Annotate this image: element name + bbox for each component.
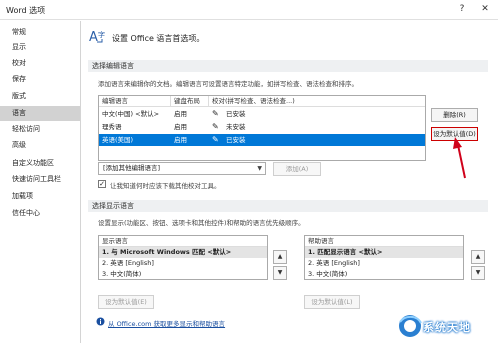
proofing-cell: 未安装 (226, 123, 246, 131)
help-language-list: 帮助语言 1. 匹配显示语言 <默认> 2. 英语 [English] 3. 中… (304, 235, 464, 280)
move-up-button[interactable]: ▲ (273, 250, 287, 264)
watermark-text: 系统天地 (423, 321, 471, 334)
list-header: 显示语言 (99, 236, 267, 247)
svg-text:A: A (89, 30, 98, 45)
language-icon: A 字 (89, 30, 105, 45)
add-editing-language-select[interactable]: [添加其他编辑语言] ▼ (98, 162, 266, 175)
list-item[interactable]: 3. 中文(简体) (99, 269, 267, 280)
watermark: 系统天地 (393, 310, 498, 343)
add-language-button[interactable]: 添加(A) (273, 162, 321, 176)
office-languages-link[interactable]: 从 Office.com 获取更多显示和帮助语言 (108, 318, 225, 328)
display-language-list: 显示语言 1. 与 Microsoft Windows 匹配 <默认> 2. 英… (98, 235, 268, 280)
language-cell: 英语(美国) (102, 136, 134, 144)
column-header-language[interactable]: 编辑语言 (99, 96, 171, 107)
sidebar-item-general[interactable]: 常规 (0, 25, 80, 40)
sidebar-item-addins[interactable]: 加载项 (0, 189, 80, 204)
language-cell: 中文(中国) <默认> (102, 110, 160, 118)
watermark-logo-icon (399, 315, 422, 337)
keyboard-cell: 启用 (174, 123, 187, 131)
list-item[interactable]: 3. 中文(简体) (305, 269, 463, 280)
sidebar-item-language[interactable]: 语言 (0, 106, 80, 121)
column-header-keyboard[interactable]: 键盘布局 (171, 96, 209, 107)
move-down-button[interactable]: ▼ (471, 266, 485, 280)
editing-languages-table: 编辑语言 键盘布局 校对(拼写检查、语法检查...) 中文(中国) <默认> 启… (98, 95, 426, 161)
chevron-down-icon: ▼ (257, 165, 262, 172)
list-item[interactable]: 1. 与 Microsoft Windows 匹配 <默认> (99, 247, 267, 258)
sidebar-item-quick-access-toolbar[interactable]: 快速访问工具栏 (0, 172, 80, 187)
table-row[interactable]: 中文(中国) <默认> 启用 ✎ 已安装 (99, 108, 425, 120)
list-item[interactable]: 2. 英语 [English] (305, 258, 463, 269)
notify-proofing-label: 让我知道何时应该下载其他校对工具。 (110, 182, 221, 190)
proofing-tools-icon: ✎ (212, 109, 219, 118)
sidebar-item-accessibility[interactable]: 轻松访问 (0, 122, 80, 137)
keyboard-cell: 启用 (174, 136, 187, 144)
window-title: Word 选项 (6, 6, 46, 15)
sidebar-item-display[interactable]: 显示 (0, 40, 80, 55)
list-item[interactable]: 1. 匹配显示语言 <默认> (305, 247, 463, 258)
list-header: 帮助语言 (305, 236, 463, 247)
table-row[interactable]: 理秀语 启用 ✎ 未安装 (99, 121, 425, 133)
sidebar-item-proofing[interactable]: 校对 (0, 56, 80, 71)
column-header-proofing[interactable]: 校对(拼写检查、语法检查...) (209, 96, 425, 107)
sidebar-item-trust-center[interactable]: 信任中心 (0, 206, 80, 221)
proofing-cell: 已安装 (226, 110, 246, 118)
sidebar-item-customize-ribbon[interactable]: 自定义功能区 (0, 156, 80, 171)
sidebar-item-save[interactable]: 保存 (0, 72, 80, 87)
display-description: 设置显示(功能区、按钮、选项卡和其他控件)和帮助的语言优先级顺序。 (98, 219, 305, 227)
options-sidebar: 常规 显示 校对 保存 版式 语言 轻松访问 高级 自定义功能区 快速访问工具栏… (0, 21, 81, 343)
table-row[interactable]: 英语(美国) 启用 ✎ 已安装 (99, 134, 425, 146)
remove-language-button[interactable]: 删除(R) (431, 108, 478, 122)
editing-section-title: 选择编辑语言 (88, 60, 488, 72)
set-default-help-button[interactable]: 设为默认值(L) (304, 295, 360, 309)
proofing-tools-icon: ✎ (212, 122, 219, 131)
sidebar-item-advanced[interactable]: 高级 (0, 138, 80, 153)
sidebar-item-layout[interactable]: 版式 (0, 89, 80, 104)
language-panel: A 字 设置 Office 语言首选项。 选择编辑语言 添加语言来编辑你的文档。… (82, 21, 498, 343)
select-value: [添加其他编辑语言] (103, 164, 161, 172)
display-section-title: 选择显示语言 (88, 200, 488, 212)
set-default-editing-button[interactable]: 设为默认值(D) (431, 127, 478, 141)
info-icon (96, 317, 105, 326)
title-bar: Word 选项 ? ✕ (0, 0, 498, 20)
move-down-button[interactable]: ▼ (273, 266, 287, 280)
notify-proofing-checkbox[interactable]: ✓ (98, 180, 106, 188)
list-item[interactable]: 2. 英语 [English] (99, 258, 267, 269)
table-header: 编辑语言 键盘布局 校对(拼写检查、语法检查...) (99, 96, 425, 107)
keyboard-cell: 启用 (174, 110, 187, 118)
set-default-display-button[interactable]: 设为默认值(E) (98, 295, 154, 309)
proofing-tools-icon: ✎ (212, 135, 219, 144)
move-up-button[interactable]: ▲ (471, 250, 485, 264)
proofing-cell: 已安装 (226, 136, 246, 144)
language-cell: 理秀语 (102, 123, 122, 131)
editing-description: 添加语言来编辑你的文档。编辑语言可设置语言特定功能，如拼写检查、语法检查和排序。 (98, 80, 358, 88)
close-button[interactable]: ✕ (478, 2, 492, 16)
svg-text:字: 字 (98, 30, 105, 39)
page-title: 设置 Office 语言首选项。 (112, 34, 205, 43)
help-button[interactable]: ? (455, 2, 469, 16)
